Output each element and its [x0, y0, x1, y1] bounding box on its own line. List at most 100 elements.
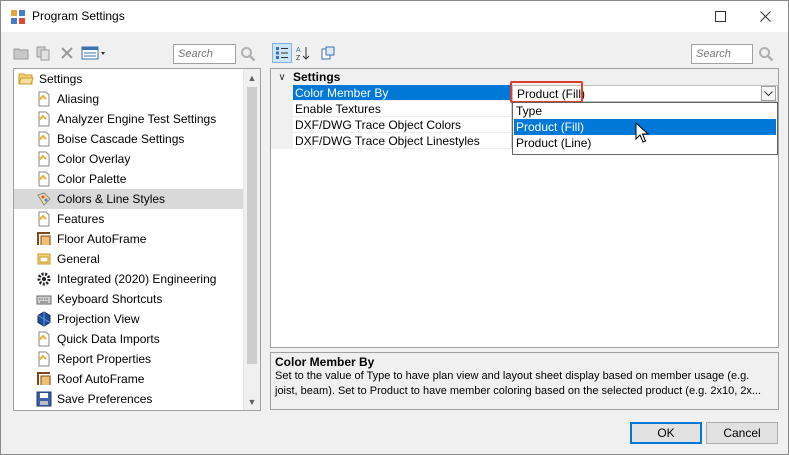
- ok-button[interactable]: OK: [630, 422, 702, 444]
- copy-button[interactable]: [34, 44, 52, 62]
- tree-list: Settings Aliasing Analyzer Engine Test Se…: [14, 69, 244, 409]
- scroll-thumb[interactable]: [247, 87, 257, 364]
- tree-item-label: Integrated (2020) Engineering: [57, 272, 217, 286]
- tree-item-label: Save Preferences: [57, 392, 153, 406]
- description-text: Set to the value of Type to have plan vi…: [275, 370, 762, 397]
- property-pages-button[interactable]: [319, 44, 337, 62]
- delete-icon: [61, 47, 73, 59]
- new-folder-icon: [13, 48, 29, 60]
- tree-item[interactable]: Aliasing: [14, 89, 244, 109]
- tree-item[interactable]: Report Properties: [14, 349, 244, 369]
- projection-icon: [36, 311, 52, 327]
- categorized-button[interactable]: [272, 43, 292, 63]
- document-icon: [36, 211, 52, 227]
- property-name: DXF/DWG Trace Object Linestyles: [293, 133, 512, 149]
- tree-item-label: Report Properties: [57, 352, 152, 366]
- floppy-disk-icon: [36, 391, 52, 407]
- document-icon: [36, 171, 52, 187]
- frame-icon: [36, 231, 52, 247]
- tree-item[interactable]: Analyzer Engine Test Settings: [14, 109, 244, 129]
- svg-text:A: A: [296, 47, 301, 54]
- dropdown-button[interactable]: [761, 86, 776, 101]
- tree-item[interactable]: Save Preferences: [14, 389, 244, 409]
- select-value: Product (Fill): [517, 87, 586, 101]
- gear-icon: [36, 271, 52, 287]
- tree-root-settings[interactable]: Settings: [14, 69, 244, 89]
- tree-item-label: Aliasing: [57, 92, 100, 106]
- document-icon: [36, 351, 52, 367]
- scroll-up-arrow[interactable]: ▲: [244, 69, 260, 86]
- tree-item[interactable]: Floor AutoFrame: [14, 229, 244, 249]
- left-search-button[interactable]: [239, 45, 257, 63]
- copy-icon: [36, 46, 50, 61]
- scroll-down-arrow[interactable]: ▼: [244, 393, 260, 410]
- color-member-by-select[interactable]: Product (Fill): [512, 85, 778, 102]
- property-name: DXF/DWG Trace Object Colors: [293, 117, 512, 133]
- view-options-icon: [81, 46, 105, 60]
- tree-item[interactable]: Features: [14, 209, 244, 229]
- tree-item[interactable]: Quick Data Imports: [14, 329, 244, 349]
- category-row[interactable]: ∨ Settings: [271, 69, 778, 85]
- frame-icon: [36, 371, 52, 387]
- left-toolbar: [10, 41, 262, 67]
- right-toolbar: A Z: [269, 41, 779, 67]
- document-icon: [36, 91, 52, 107]
- property-name: Enable Textures: [293, 101, 512, 117]
- palette-icon: [36, 191, 52, 207]
- tree-item[interactable]: Projection View: [14, 309, 244, 329]
- description-panel: Color Member By Set to the value of Type…: [270, 352, 779, 410]
- search-icon: [241, 47, 256, 62]
- delete-button[interactable]: [58, 44, 76, 62]
- app-icon: [10, 9, 26, 25]
- left-search-input[interactable]: [173, 44, 236, 64]
- window-title: Program Settings: [32, 9, 125, 23]
- tree-item-label: Keyboard Shortcuts: [57, 292, 163, 306]
- settings-tree[interactable]: Settings Aliasing Analyzer Engine Test Se…: [13, 68, 261, 411]
- tree-item-label: Colors & Line Styles: [57, 192, 166, 206]
- tree-item[interactable]: General: [14, 249, 244, 269]
- tree-item[interactable]: Colors & Line Styles: [14, 189, 244, 209]
- mouse-cursor-icon: [635, 122, 650, 143]
- view-options-button[interactable]: [80, 44, 108, 62]
- tree-item[interactable]: Boise Cascade Settings: [14, 129, 244, 149]
- tree-item-label: Roof AutoFrame: [57, 372, 145, 386]
- sort-alphabetical-button[interactable]: A Z: [294, 44, 312, 62]
- tree-item[interactable]: Color Palette: [14, 169, 244, 189]
- search-icon: [759, 47, 774, 62]
- dropdown-option[interactable]: Type: [514, 103, 776, 119]
- document-icon: [36, 131, 52, 147]
- tree-item-label: Boise Cascade Settings: [57, 132, 185, 146]
- close-button[interactable]: [743, 1, 788, 32]
- tree-item-label: General: [57, 252, 100, 266]
- tree-root-label: Settings: [39, 72, 83, 86]
- title-bar: Program Settings: [1, 1, 788, 32]
- tree-item-label: Color Overlay: [57, 152, 131, 166]
- right-search-input[interactable]: [691, 44, 753, 64]
- tree-item-label: Analyzer Engine Test Settings: [57, 112, 217, 126]
- cancel-button[interactable]: Cancel: [706, 422, 778, 444]
- program-settings-window: Program Settings Search Settings Aliasin…: [0, 0, 789, 455]
- right-search-button[interactable]: [757, 45, 775, 63]
- tree-scrollbar[interactable]: ▲ ▼: [243, 69, 260, 410]
- document-icon: [36, 151, 52, 167]
- description-title: Color Member By: [275, 355, 375, 369]
- folder-open-icon: [18, 71, 34, 87]
- tree-item-label: Quick Data Imports: [57, 332, 160, 346]
- property-pages-icon: [321, 46, 335, 60]
- new-folder-button[interactable]: [12, 44, 30, 62]
- property-name: Color Member By: [293, 85, 512, 101]
- tree-item[interactable]: Integrated (2020) Engineering: [14, 269, 244, 289]
- tree-item[interactable]: Color Overlay: [14, 149, 244, 169]
- general-icon: [36, 251, 52, 267]
- tree-item-label: Floor AutoFrame: [57, 232, 147, 246]
- tree-item[interactable]: Keyboard Shortcuts: [14, 289, 244, 309]
- tree-item[interactable]: Roof AutoFrame: [14, 369, 244, 389]
- chevron-down-icon: [764, 90, 773, 96]
- document-icon: [36, 331, 52, 347]
- document-icon: [36, 111, 52, 127]
- tree-item-label: Color Palette: [57, 172, 127, 186]
- collapse-chevron-icon[interactable]: ∨: [271, 72, 293, 83]
- maximize-button[interactable]: [698, 1, 743, 32]
- categorized-icon: [276, 47, 288, 59]
- svg-text:Z: Z: [296, 55, 301, 61]
